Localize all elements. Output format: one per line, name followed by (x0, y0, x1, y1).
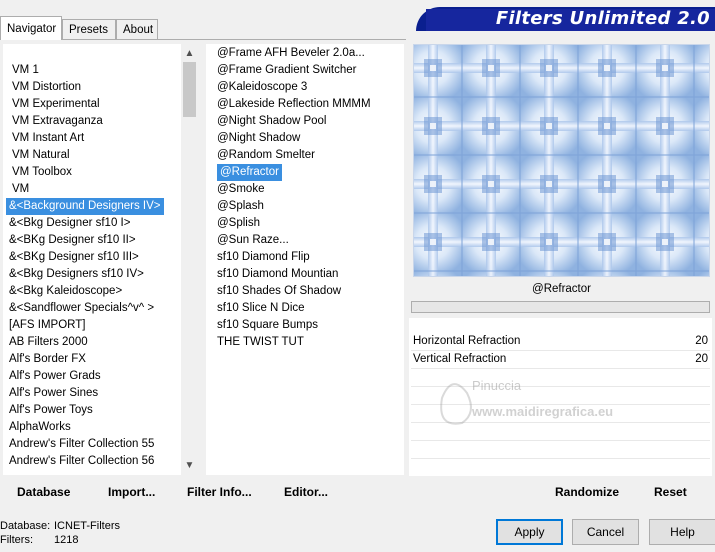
import-button[interactable]: Import... (108, 485, 155, 499)
filter-item[interactable]: @Splash (217, 198, 264, 215)
filter-item[interactable]: @Night Shadow Pool (217, 113, 327, 130)
filter-info-button[interactable]: Filter Info... (187, 485, 252, 499)
category-item[interactable]: VM (12, 181, 29, 198)
category-item[interactable]: [AFS IMPORT] (9, 317, 85, 334)
tab-navigator[interactable]: Navigator (0, 16, 62, 40)
filter-item[interactable]: @Random Smelter (217, 147, 315, 164)
status-filters-value: 1218 (54, 534, 79, 546)
status-filters-label: Filters: (0, 534, 33, 546)
status-database-label: Database: (0, 520, 51, 532)
category-item[interactable]: VM Natural (12, 147, 70, 164)
param-divider (411, 440, 710, 441)
filter-item[interactable]: @Smoke (217, 181, 264, 198)
filter-item[interactable]: @Lakeside Reflection MMMM (217, 96, 371, 113)
scroll-down-icon[interactable]: ▼ (181, 457, 198, 474)
cancel-button[interactable]: Cancel (572, 519, 639, 545)
category-item[interactable]: Alf's Power Grads (9, 368, 101, 385)
param-value[interactable]: 20 (695, 351, 708, 368)
filter-list[interactable]: @Frame AFH Beveler 2.0a... @Frame Gradien… (206, 44, 404, 475)
database-button[interactable]: Database (17, 485, 70, 499)
filter-item[interactable]: @Refractor (217, 164, 282, 181)
category-item[interactable]: VM Experimental (12, 96, 100, 113)
category-item[interactable]: &<BKg Designer sf10 II> (9, 232, 136, 249)
filter-name: @Refractor (532, 283, 591, 295)
reset-button[interactable]: Reset (654, 485, 687, 499)
filter-item[interactable]: @Kaleidoscope 3 (217, 79, 307, 96)
tab-about[interactable]: About (116, 19, 158, 39)
scroll-up-icon[interactable]: ▲ (181, 45, 198, 62)
category-item[interactable]: VM Extravaganza (12, 113, 103, 130)
watermark: Pinuccia www.maidiregrafica.eu (432, 368, 632, 431)
filter-item[interactable]: @Splish (217, 215, 260, 232)
category-item[interactable]: &<Bkg Designer sf10 I> (9, 215, 130, 232)
category-item[interactable]: &<Bkg Designers sf10 IV> (9, 266, 144, 283)
category-item[interactable]: Alf's Power Sines (9, 385, 98, 402)
category-item[interactable]: &<Sandflower Specials^v^ > (9, 300, 154, 317)
tab-presets[interactable]: Presets (62, 19, 116, 39)
filter-item[interactable]: sf10 Square Bumps (217, 317, 318, 334)
preview-image (413, 44, 710, 277)
param-label: Horizontal Refraction (413, 335, 521, 347)
apply-button[interactable]: Apply (496, 519, 563, 545)
app-title: Filters Unlimited 2.0 (495, 8, 710, 29)
category-item[interactable]: &<Background Designers IV> (6, 198, 164, 215)
category-item[interactable]: VM Instant Art (12, 130, 84, 147)
category-item[interactable]: VM 1 (12, 62, 39, 79)
svg-text:Pinuccia: Pinuccia (472, 378, 522, 393)
category-item[interactable]: Alf's Power Toys (9, 402, 93, 419)
status-database-value: ICNET-Filters (54, 520, 120, 532)
filter-item[interactable]: sf10 Diamond Mountian (217, 266, 338, 283)
svg-text:www.maidiregrafica.eu: www.maidiregrafica.eu (471, 404, 613, 419)
param-vertical-refraction[interactable]: Vertical Refraction 20 (411, 351, 710, 368)
category-item[interactable]: VM Distortion (12, 79, 81, 96)
filter-item[interactable]: @Night Shadow (217, 130, 300, 147)
editor-button[interactable]: Editor... (284, 485, 328, 499)
param-value[interactable]: 20 (695, 333, 708, 350)
category-item[interactable]: Andrew's Filter Collection 56 (9, 453, 154, 470)
category-item[interactable]: VM Toolbox (12, 164, 72, 181)
filter-item[interactable]: @Frame Gradient Switcher (217, 62, 357, 79)
param-divider (411, 458, 710, 459)
filter-item[interactable]: THE TWIST TUT (217, 334, 304, 351)
filter-item[interactable]: @Sun Raze... (217, 232, 289, 249)
progress-bar (411, 301, 710, 313)
param-divider (411, 350, 710, 351)
param-horizontal-refraction[interactable]: Horizontal Refraction 20 (411, 333, 710, 350)
param-label: Vertical Refraction (413, 353, 507, 365)
help-button[interactable]: Help (649, 519, 715, 545)
filter-item[interactable]: sf10 Diamond Flip (217, 249, 310, 266)
category-item[interactable]: AlphaWorks (9, 419, 71, 436)
category-item[interactable]: &<BKg Designer sf10 III> (9, 249, 139, 266)
filter-item[interactable]: sf10 Slice N Dice (217, 300, 305, 317)
category-item[interactable]: Alf's Border FX (9, 351, 86, 368)
category-list[interactable]: VM 1 VM Distortion VM Experimental VM Extra… (3, 44, 181, 475)
randomize-button[interactable]: Randomize (555, 485, 619, 499)
filter-item[interactable]: @Frame AFH Beveler 2.0a... (217, 45, 365, 62)
category-item[interactable]: AB Filters 2000 (9, 334, 88, 351)
scrollbar-thumb[interactable] (183, 62, 196, 117)
category-item[interactable]: Andrew's Filter Collection 55 (9, 436, 154, 453)
category-item[interactable]: &<Bkg Kaleidoscope> (9, 283, 122, 300)
filter-item[interactable]: sf10 Shades Of Shadow (217, 283, 341, 300)
